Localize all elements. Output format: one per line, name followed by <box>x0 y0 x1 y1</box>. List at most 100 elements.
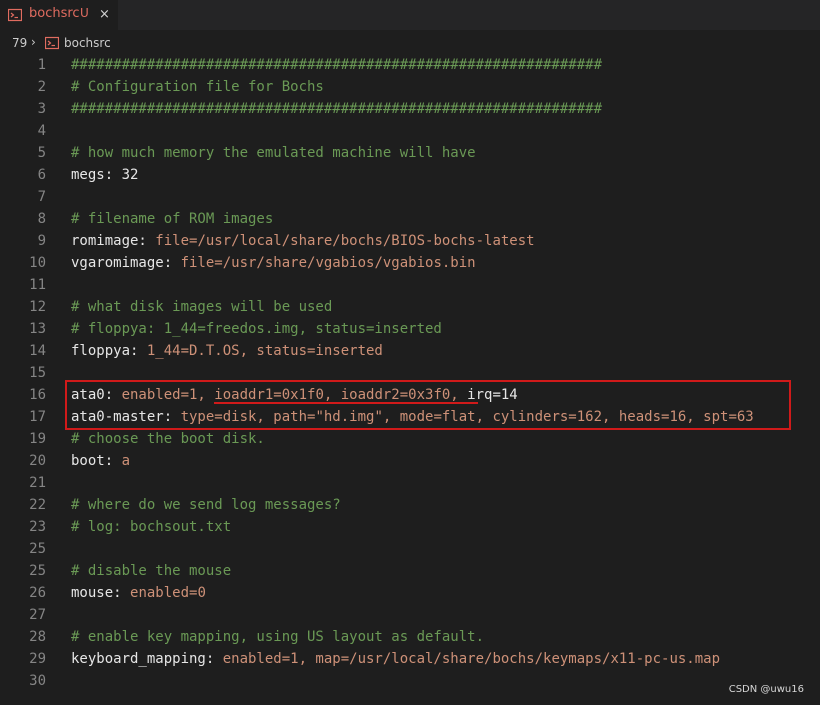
line-number: 26 <box>29 585 46 601</box>
code-text: # where do we send log messages? <box>71 494 341 516</box>
line-number: 6 <box>37 167 46 183</box>
code-line[interactable]: 21 <box>0 472 820 494</box>
code-text: boot: a <box>71 450 130 472</box>
annotation-underline <box>214 402 478 404</box>
line-number: 25 <box>29 563 46 579</box>
line-number: 12 <box>29 299 46 315</box>
token-comment: # where do we send log messages? <box>71 497 341 513</box>
code-line[interactable]: 3 #######################################… <box>0 98 820 120</box>
token-val: a <box>121 453 131 469</box>
code-line[interactable]: 25 # disable the mouse <box>0 560 820 582</box>
code-text: # choose the boot disk. <box>71 428 265 450</box>
code-line[interactable]: 12 # what disk images will be used <box>0 296 820 318</box>
token-key: keyboard_mapping: <box>71 651 223 667</box>
terminal-file-icon <box>8 8 22 22</box>
tab-title: bochsrc <box>29 6 80 21</box>
line-number: 28 <box>29 629 46 645</box>
code-line[interactable]: 29 keyboard_mapping: enabled=1, map=/usr/… <box>0 648 820 670</box>
code-line[interactable]: 28 # enable key mapping, using US layout … <box>0 626 820 648</box>
line-number: 16 <box>29 387 46 403</box>
breadcrumb-count: 79 <box>12 36 28 50</box>
token-comment: # disable the mouse <box>71 563 232 579</box>
code-text: mouse: enabled=0 <box>71 582 206 604</box>
watermark: CSDN @uwu16 <box>728 684 804 695</box>
token-val: enabled=1, map=/usr/local/share/bochs/ke… <box>222 651 721 667</box>
code-line[interactable]: 23 # log: bochsout.txt <box>0 516 820 538</box>
code-text: # filename of ROM images <box>71 208 273 230</box>
token-comment: ########################################… <box>71 101 603 117</box>
code-line[interactable]: 30 <box>0 670 820 692</box>
code-line[interactable]: 1 #######################################… <box>0 54 820 76</box>
code-text: # how much memory the emulated machine w… <box>71 142 476 164</box>
token-key: mouse: <box>71 585 131 601</box>
code-line[interactable]: 7 <box>0 186 820 208</box>
line-number: 1 <box>37 57 46 73</box>
code-text: romimage: file=/usr/local/share/bochs/BI… <box>71 230 535 252</box>
line-number: 29 <box>29 651 46 667</box>
line-number: 2 <box>37 79 46 95</box>
code-line[interactable]: 14 floppya: 1_44=D.T.OS, status=inserted <box>0 340 820 362</box>
code-line[interactable]: 25 <box>0 538 820 560</box>
token-key: floppya: <box>71 343 147 359</box>
code-line[interactable]: 19 # choose the boot disk. <box>0 428 820 450</box>
code-line[interactable]: 26 mouse: enabled=0 <box>0 582 820 604</box>
token-key: megs: <box>71 167 122 183</box>
line-number: 25 <box>29 541 46 557</box>
chevron-right-icon: › <box>31 35 36 49</box>
git-status-badge: U <box>80 6 89 20</box>
line-number: 10 <box>29 255 46 271</box>
line-number: 17 <box>29 409 46 425</box>
close-icon[interactable]: × <box>99 7 110 22</box>
code-line[interactable]: 4 <box>0 120 820 142</box>
code-text: # Configuration file for Bochs <box>71 76 324 98</box>
token-comment: # choose the boot disk. <box>71 431 265 447</box>
tab-bochsrc[interactable]: bochsrc U × <box>0 0 118 30</box>
breadcrumb-file[interactable]: bochsrc <box>64 36 111 50</box>
token-comment: # floppya: 1_44=freedos.img, status=inse… <box>71 321 442 337</box>
line-number: 8 <box>37 211 46 227</box>
code-text: # log: bochsout.txt <box>71 516 231 538</box>
token-key: 32 <box>121 167 139 183</box>
code-line[interactable]: 20 boot: a <box>0 450 820 472</box>
token-val: file=/usr/share/vgabios/vgabios.bin <box>180 255 476 271</box>
token-val: file=/usr/local/share/bochs/BIOS-bochs-l… <box>155 233 535 249</box>
code-text: ########################################… <box>71 98 602 120</box>
line-number: 3 <box>37 101 46 117</box>
token-comment: ########################################… <box>71 57 603 73</box>
token-comment: # Configuration file for Bochs <box>71 79 324 95</box>
code-line[interactable]: 22 # where do we send log messages? <box>0 494 820 516</box>
code-line[interactable]: 10 vgaromimage: file=/usr/share/vgabios/v… <box>0 252 820 274</box>
token-comment: # filename of ROM images <box>71 211 274 227</box>
token-comment: # how much memory the emulated machine w… <box>71 145 476 161</box>
code-line[interactable]: 6 megs: 32 <box>0 164 820 186</box>
code-line[interactable]: 13 # floppya: 1_44=freedos.img, status=in… <box>0 318 820 340</box>
code-text: floppya: 1_44=D.T.OS, status=inserted <box>71 340 383 362</box>
code-text: keyboard_mapping: enabled=1, map=/usr/lo… <box>71 648 720 670</box>
code-text: # enable key mapping, using US layout as… <box>71 626 484 648</box>
line-number: 14 <box>29 343 46 359</box>
token-comment: # log: bochsout.txt <box>71 519 232 535</box>
token-comment: # enable key mapping, using US layout as… <box>71 629 485 645</box>
code-text: ########################################… <box>71 54 602 76</box>
breadcrumb: 79 › bochsrc <box>0 30 820 54</box>
code-line[interactable]: 11 <box>0 274 820 296</box>
annotation-box <box>65 380 791 430</box>
line-number: 11 <box>29 277 46 293</box>
line-number: 4 <box>37 123 46 139</box>
token-val: 1_44=D.T.OS, status=inserted <box>146 343 383 359</box>
line-number: 5 <box>37 145 46 161</box>
code-text: vgaromimage: file=/usr/share/vgabios/vga… <box>71 252 476 274</box>
code-line[interactable]: 9 romimage: file=/usr/local/share/bochs/B… <box>0 230 820 252</box>
code-line[interactable]: 2 # Configuration file for Bochs <box>0 76 820 98</box>
code-text: # floppya: 1_44=freedos.img, status=inse… <box>71 318 442 340</box>
code-line[interactable]: 5 # how much memory the emulated machine … <box>0 142 820 164</box>
token-key: boot: <box>71 453 122 469</box>
code-text: # disable the mouse <box>71 560 231 582</box>
line-number: 23 <box>29 519 46 535</box>
line-number: 9 <box>37 233 46 249</box>
code-line[interactable]: 27 <box>0 604 820 626</box>
token-comment: # what disk images will be used <box>71 299 333 315</box>
terminal-file-icon <box>45 36 59 50</box>
token-key: vgaromimage: <box>71 255 181 271</box>
code-line[interactable]: 8 # filename of ROM images <box>0 208 820 230</box>
